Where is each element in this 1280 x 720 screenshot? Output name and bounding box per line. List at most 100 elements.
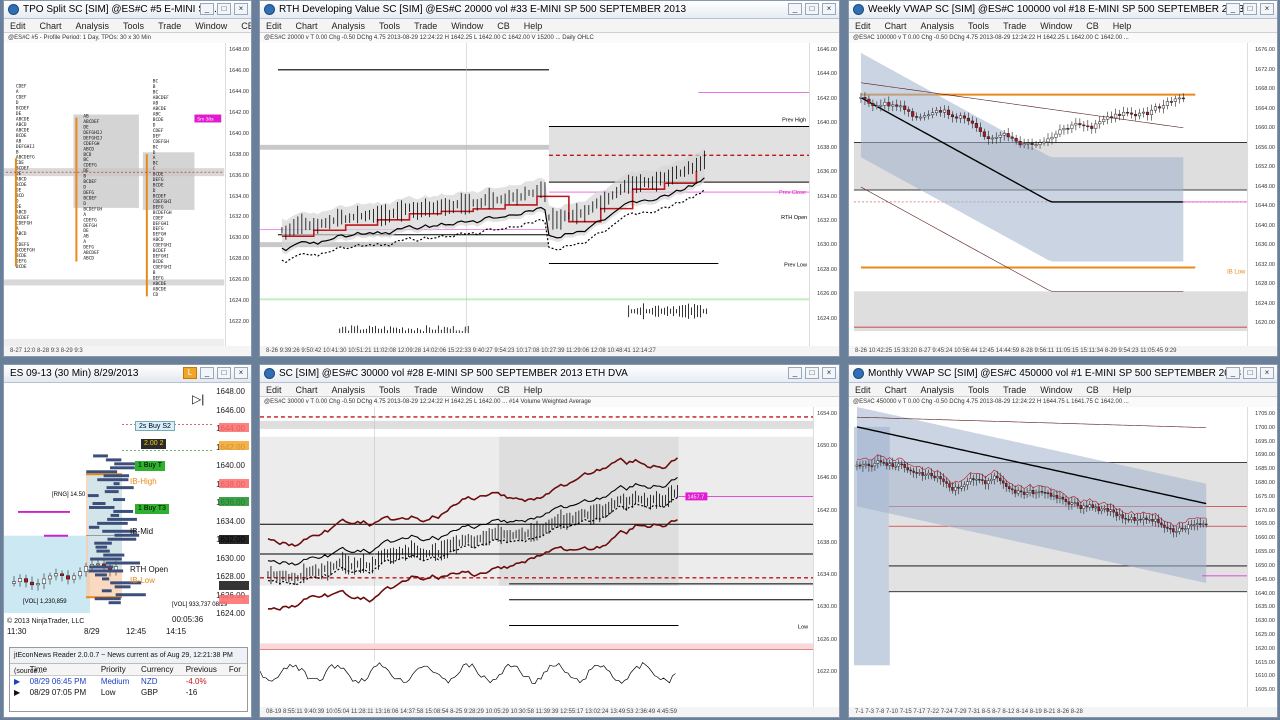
minimize-button[interactable]: _ <box>788 3 802 15</box>
menu-analysis[interactable]: Analysis <box>332 21 366 31</box>
menu-trade[interactable]: Trade <box>1003 21 1026 31</box>
maximize-button[interactable]: □ <box>217 367 231 379</box>
rth-chart[interactable]: Prev High Prev Close RTH Open Prev Low <box>260 43 809 346</box>
menu-window[interactable]: Window <box>451 385 483 395</box>
minimize-button[interactable]: _ <box>1226 367 1240 379</box>
ninja-price-chart[interactable]: [VOL] 1,230,859 [RNG] 14.50 [VOL] 933,73… <box>4 385 251 625</box>
monthly-chart[interactable] <box>849 407 1247 707</box>
candle <box>1055 494 1059 499</box>
menu-window[interactable]: Window <box>1040 21 1072 31</box>
menu-tools[interactable]: Tools <box>968 385 989 395</box>
maximize-button[interactable]: □ <box>805 3 819 15</box>
price-axis[interactable]: 1646.00 1644.00 1642.00 1640.00 1638.00 1636.… <box>809 43 839 346</box>
col-time[interactable]: Time <box>25 664 97 676</box>
menu-edit[interactable]: Edit <box>266 21 282 31</box>
menu-cb[interactable]: CB <box>1086 21 1099 31</box>
menu-chart[interactable]: Chart <box>885 21 907 31</box>
candle <box>933 475 936 479</box>
menu-help[interactable]: Help <box>524 385 543 395</box>
maximize-button[interactable]: □ <box>1243 3 1257 15</box>
menu-edit[interactable]: Edit <box>855 385 871 395</box>
menu-window[interactable]: Window <box>195 21 227 31</box>
menu-trade[interactable]: Trade <box>414 385 437 395</box>
menu-cb[interactable]: CB <box>241 21 251 31</box>
play-icon[interactable]: ▷| <box>192 392 204 406</box>
menu-help[interactable]: Help <box>1113 385 1132 395</box>
close-button[interactable]: × <box>1260 367 1274 379</box>
menu-trade[interactable]: Trade <box>414 21 437 31</box>
price-axis[interactable]: 1705.00 1700.00 1695.00 1690.00 1685.00 1680.… <box>1247 407 1277 707</box>
maximize-button[interactable]: □ <box>805 367 819 379</box>
order-buy-t[interactable]: 1 Buy T <box>135 461 165 471</box>
menu-trade[interactable]: Trade <box>1003 385 1026 395</box>
tpo-chart[interactable]: CDEF A CDEF D BCDEF DE ABCDE ABCD ABCDE BCDE AB DEF… <box>4 43 251 346</box>
col-currency[interactable]: Currency <box>137 664 182 676</box>
menu-edit[interactable]: Edit <box>855 21 871 31</box>
menu-edit[interactable]: Edit <box>10 21 26 31</box>
menu-cb[interactable]: CB <box>1086 385 1099 395</box>
menu-analysis[interactable]: Analysis <box>332 385 366 395</box>
price-flag <box>219 479 249 488</box>
candle <box>936 476 939 479</box>
close-button[interactable]: × <box>1260 3 1274 15</box>
menu-help[interactable]: Help <box>1113 21 1132 31</box>
maximize-button[interactable]: □ <box>217 3 231 15</box>
menu-chart[interactable]: Chart <box>296 385 318 395</box>
col-forecast[interactable]: For <box>224 664 247 676</box>
window-titlebar[interactable]: ES 09-13 (30 Min) 8/29/2013 L _ □ × <box>4 365 251 383</box>
menu-tools[interactable]: Tools <box>379 385 400 395</box>
table-row[interactable]: ▶ 08/29 07:05 PM Low GBP -16 <box>10 687 247 698</box>
weekly-chart[interactable]: IB Low <box>849 43 1247 346</box>
candle <box>909 469 912 472</box>
price-flag <box>219 595 249 604</box>
price-axis[interactable]: 1654.00 1650.00 1646.00 1642.00 1638.00 1634.… <box>813 407 839 707</box>
menu-tools[interactable]: Tools <box>968 21 989 31</box>
price-tick: 1685.00 <box>1255 466 1275 473</box>
eth-chart[interactable]: 1457.7 Low <box>260 407 813 707</box>
menu-tools[interactable]: Tools <box>379 21 400 31</box>
link-button[interactable]: L <box>183 367 197 379</box>
menu-chart[interactable]: Chart <box>885 385 907 395</box>
expand-icon[interactable]: ▶ <box>10 687 26 698</box>
menu-help[interactable]: Help <box>524 21 543 31</box>
price-axis[interactable]: 1648.00 1646.00 1644.00 1642.00 1640.00 1638.… <box>225 43 251 346</box>
maximize-button[interactable]: □ <box>1243 367 1257 379</box>
minimize-button[interactable]: _ <box>200 3 214 15</box>
order-buy-s2[interactable]: 2s Buy S2 <box>135 421 175 431</box>
menu-cb[interactable]: CB <box>497 21 510 31</box>
menu-window[interactable]: Window <box>451 21 483 31</box>
tpo-row: A <box>83 239 86 245</box>
close-button[interactable]: × <box>822 367 836 379</box>
table-row[interactable]: ▶ 08/29 06:45 PM Medium NZD -4.0% <box>10 676 247 688</box>
minimize-button[interactable]: _ <box>1226 3 1240 15</box>
window-titlebar[interactable]: RTH Developing Value SC [SIM] @ES#C 2000… <box>260 1 839 19</box>
window-titlebar[interactable]: SC [SIM] @ES#C 30000 vol #28 E-MINI SP 5… <box>260 365 839 383</box>
price-tick: 1630.00 <box>229 235 249 242</box>
order-buy-t3[interactable]: 1 Buy T3 <box>135 504 169 514</box>
col-priority[interactable]: Priority <box>96 664 138 676</box>
menu-tools[interactable]: Tools <box>123 21 144 31</box>
candle <box>918 472 921 474</box>
menu-analysis[interactable]: Analysis <box>76 21 110 31</box>
menu-edit[interactable]: Edit <box>266 385 282 395</box>
minimize-button[interactable]: _ <box>200 367 214 379</box>
menu-trade[interactable]: Trade <box>158 21 181 31</box>
minimize-button[interactable]: _ <box>788 367 802 379</box>
close-button[interactable]: × <box>234 367 248 379</box>
menu-analysis[interactable]: Analysis <box>921 21 955 31</box>
col-previous[interactable]: Previous <box>181 664 225 676</box>
candle <box>1114 113 1118 119</box>
close-button[interactable]: × <box>234 3 248 15</box>
order-size-box[interactable]: 2.00 2 <box>141 439 167 449</box>
price-axis[interactable]: 1676.00 1672.00 1668.00 1664.00 1660.00 1656.… <box>1247 43 1277 346</box>
window-titlebar[interactable]: Monthly VWAP SC [SIM] @ES#C 450000 vol #… <box>849 365 1277 383</box>
tpo-row: A <box>83 212 86 218</box>
menu-window[interactable]: Window <box>1040 385 1072 395</box>
window-titlebar[interactable]: Weekly VWAP SC [SIM] @ES#C 100000 vol #1… <box>849 1 1277 19</box>
menu-chart[interactable]: Chart <box>296 21 318 31</box>
close-button[interactable]: × <box>822 3 836 15</box>
menu-analysis[interactable]: Analysis <box>921 385 955 395</box>
menu-chart[interactable]: Chart <box>40 21 62 31</box>
menu-cb[interactable]: CB <box>497 385 510 395</box>
window-titlebar[interactable]: TPO Split SC [SIM] @ES#C #5 E-MINI SP ..… <box>4 1 251 19</box>
